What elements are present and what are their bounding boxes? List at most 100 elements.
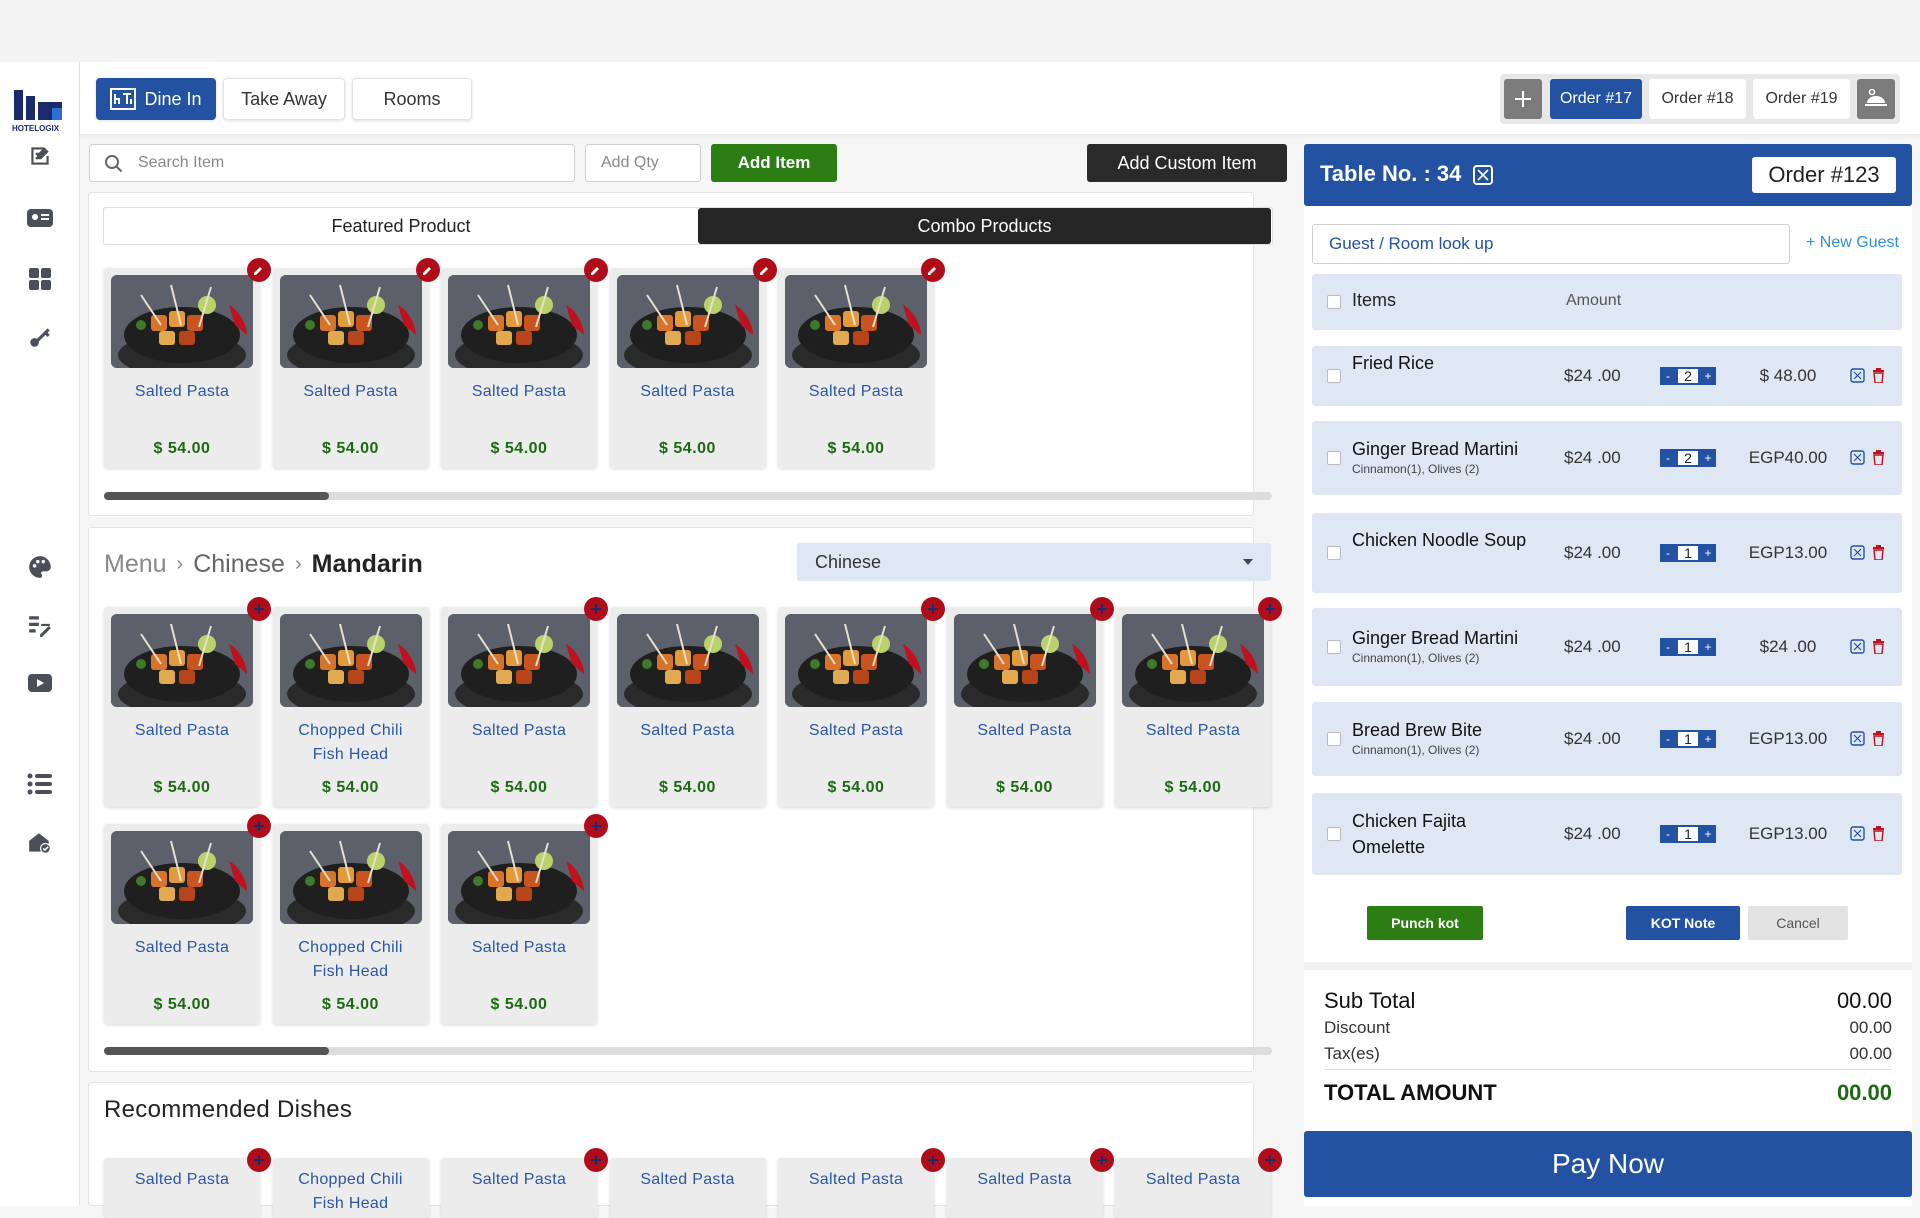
tab-combo-products[interactable]: Combo Products	[698, 208, 1271, 244]
add-icon[interactable]	[921, 1148, 945, 1172]
add-icon[interactable]	[247, 597, 271, 621]
quantity-stepper[interactable]: -1 +	[1660, 825, 1716, 843]
edit-icon[interactable]	[921, 258, 945, 282]
tab-rooms[interactable]: Rooms	[352, 78, 472, 120]
row-checkbox[interactable]	[1327, 369, 1341, 383]
add-custom-item-button[interactable]: Add Custom Item	[1087, 144, 1287, 182]
notes-icon[interactable]	[26, 142, 54, 170]
edit-icon[interactable]	[247, 258, 271, 282]
qty-input[interactable]: Add Qty	[585, 144, 701, 182]
qty-value[interactable]: 2	[1676, 367, 1700, 385]
product-card[interactable]: Salted Pasta	[778, 1158, 934, 1218]
product-card[interactable]: Salted Pasta	[1115, 1158, 1271, 1218]
product-card[interactable]: Salted Pasta $ 54.00	[104, 607, 260, 807]
edit-icon[interactable]	[415, 258, 440, 282]
video-icon[interactable]	[26, 669, 54, 697]
id-card-icon[interactable]	[26, 204, 54, 232]
trash-icon[interactable]	[1872, 826, 1885, 841]
scroll-thumb[interactable]	[104, 492, 329, 500]
product-card[interactable]: Salted Pasta $ 54.00	[609, 268, 766, 468]
menu-scrollbar[interactable]	[104, 1047, 1272, 1055]
decrement-button[interactable]: -	[1660, 544, 1676, 562]
add-icon[interactable]	[584, 597, 608, 621]
row-checkbox[interactable]	[1327, 827, 1341, 841]
increment-button[interactable]: +	[1700, 544, 1716, 562]
product-card[interactable]: Salted Pasta $ 54.00	[104, 268, 260, 468]
decrement-button[interactable]: -	[1660, 825, 1676, 843]
quantity-stepper[interactable]: -2 +	[1660, 449, 1716, 467]
qty-value[interactable]: 1	[1676, 638, 1700, 656]
add-icon[interactable]	[1258, 1148, 1282, 1172]
qty-value[interactable]: 1	[1676, 544, 1700, 562]
product-card[interactable]: Chopped Chili Fish Head $ 54.00	[272, 607, 429, 807]
search-input[interactable]: Search Item	[89, 144, 575, 182]
cancel-button[interactable]: Cancel	[1748, 906, 1848, 940]
decrement-button[interactable]: -	[1660, 367, 1676, 385]
edit-icon[interactable]	[584, 258, 608, 282]
increment-button[interactable]: +	[1700, 730, 1716, 748]
building-check-icon[interactable]	[26, 829, 54, 857]
quantity-stepper[interactable]: -1 +	[1660, 638, 1716, 656]
increment-button[interactable]: +	[1700, 367, 1716, 385]
product-card[interactable]: Salted Pasta $ 54.00	[272, 268, 429, 468]
order-tab-17[interactable]: Order #17	[1550, 79, 1642, 119]
decrement-button[interactable]: -	[1660, 638, 1676, 656]
product-card[interactable]: Salted Pasta	[946, 1158, 1103, 1218]
tab-take-away[interactable]: Take Away	[223, 78, 345, 120]
increment-button[interactable]: +	[1700, 825, 1716, 843]
note-icon[interactable]	[1472, 164, 1494, 186]
note-icon[interactable]	[1850, 368, 1865, 383]
qty-value[interactable]: 1	[1676, 730, 1700, 748]
guest-lookup-input[interactable]: Guest / Room look up	[1312, 224, 1790, 264]
note-icon[interactable]	[1850, 639, 1865, 654]
product-card[interactable]: Salted Pasta $ 54.00	[104, 824, 260, 1024]
note-icon[interactable]	[1850, 450, 1865, 465]
product-card[interactable]: Salted Pasta	[441, 1158, 597, 1218]
crumb-chinese[interactable]: Chinese	[193, 550, 285, 579]
order-tab-18[interactable]: Order #18	[1649, 79, 1746, 119]
increment-button[interactable]: +	[1700, 638, 1716, 656]
select-all-checkbox[interactable]	[1327, 295, 1341, 309]
trash-icon[interactable]	[1872, 368, 1885, 383]
qty-value[interactable]: 1	[1676, 825, 1700, 843]
add-icon[interactable]	[921, 597, 945, 621]
add-icon[interactable]	[584, 1148, 608, 1172]
add-icon[interactable]	[247, 1148, 271, 1172]
product-card[interactable]: Salted Pasta $ 54.00	[441, 268, 597, 468]
product-card[interactable]: Salted Pasta $ 54.00	[609, 607, 766, 807]
tab-featured-product[interactable]: Featured Product	[104, 208, 698, 244]
featured-scrollbar[interactable]	[104, 492, 1272, 500]
product-card[interactable]: Salted Pasta $ 54.00	[946, 607, 1103, 807]
add-icon[interactable]	[1089, 1148, 1114, 1172]
pay-now-button[interactable]: Pay Now	[1304, 1131, 1912, 1197]
decrement-button[interactable]: -	[1660, 730, 1676, 748]
increment-button[interactable]: +	[1700, 449, 1716, 467]
chef-button[interactable]	[1857, 79, 1895, 119]
tab-dine-in[interactable]: Dine In	[96, 78, 216, 120]
palette-icon[interactable]	[26, 553, 54, 581]
crumb-menu[interactable]: Menu	[104, 550, 167, 579]
trash-icon[interactable]	[1872, 731, 1885, 746]
decrement-button[interactable]: -	[1660, 449, 1676, 467]
note-icon[interactable]	[1850, 826, 1865, 841]
product-card[interactable]: Salted Pasta	[609, 1158, 766, 1218]
order-tab-19[interactable]: Order #19	[1753, 79, 1850, 119]
quantity-stepper[interactable]: -1 +	[1660, 544, 1716, 562]
kot-note-button[interactable]: KOT Note	[1626, 906, 1740, 940]
edit-icon[interactable]	[752, 258, 777, 282]
add-icon[interactable]	[1089, 597, 1114, 621]
product-card[interactable]: Salted Pasta $ 54.00	[778, 268, 934, 468]
punch-kot-button[interactable]: Punch kot	[1367, 906, 1483, 940]
quantity-stepper[interactable]: -1 +	[1660, 730, 1716, 748]
category-select[interactable]: Chinese	[797, 543, 1271, 581]
quantity-stepper[interactable]: -2 +	[1660, 367, 1716, 385]
row-checkbox[interactable]	[1327, 732, 1341, 746]
product-card[interactable]: Salted Pasta $ 54.00	[441, 607, 597, 807]
scroll-thumb[interactable]	[104, 1047, 329, 1055]
add-order-button[interactable]	[1504, 79, 1542, 119]
trash-icon[interactable]	[1872, 639, 1885, 654]
row-checkbox[interactable]	[1327, 451, 1341, 465]
list-icon[interactable]	[26, 770, 54, 798]
product-card[interactable]: Salted Pasta	[104, 1158, 260, 1218]
add-icon[interactable]	[1258, 597, 1282, 621]
